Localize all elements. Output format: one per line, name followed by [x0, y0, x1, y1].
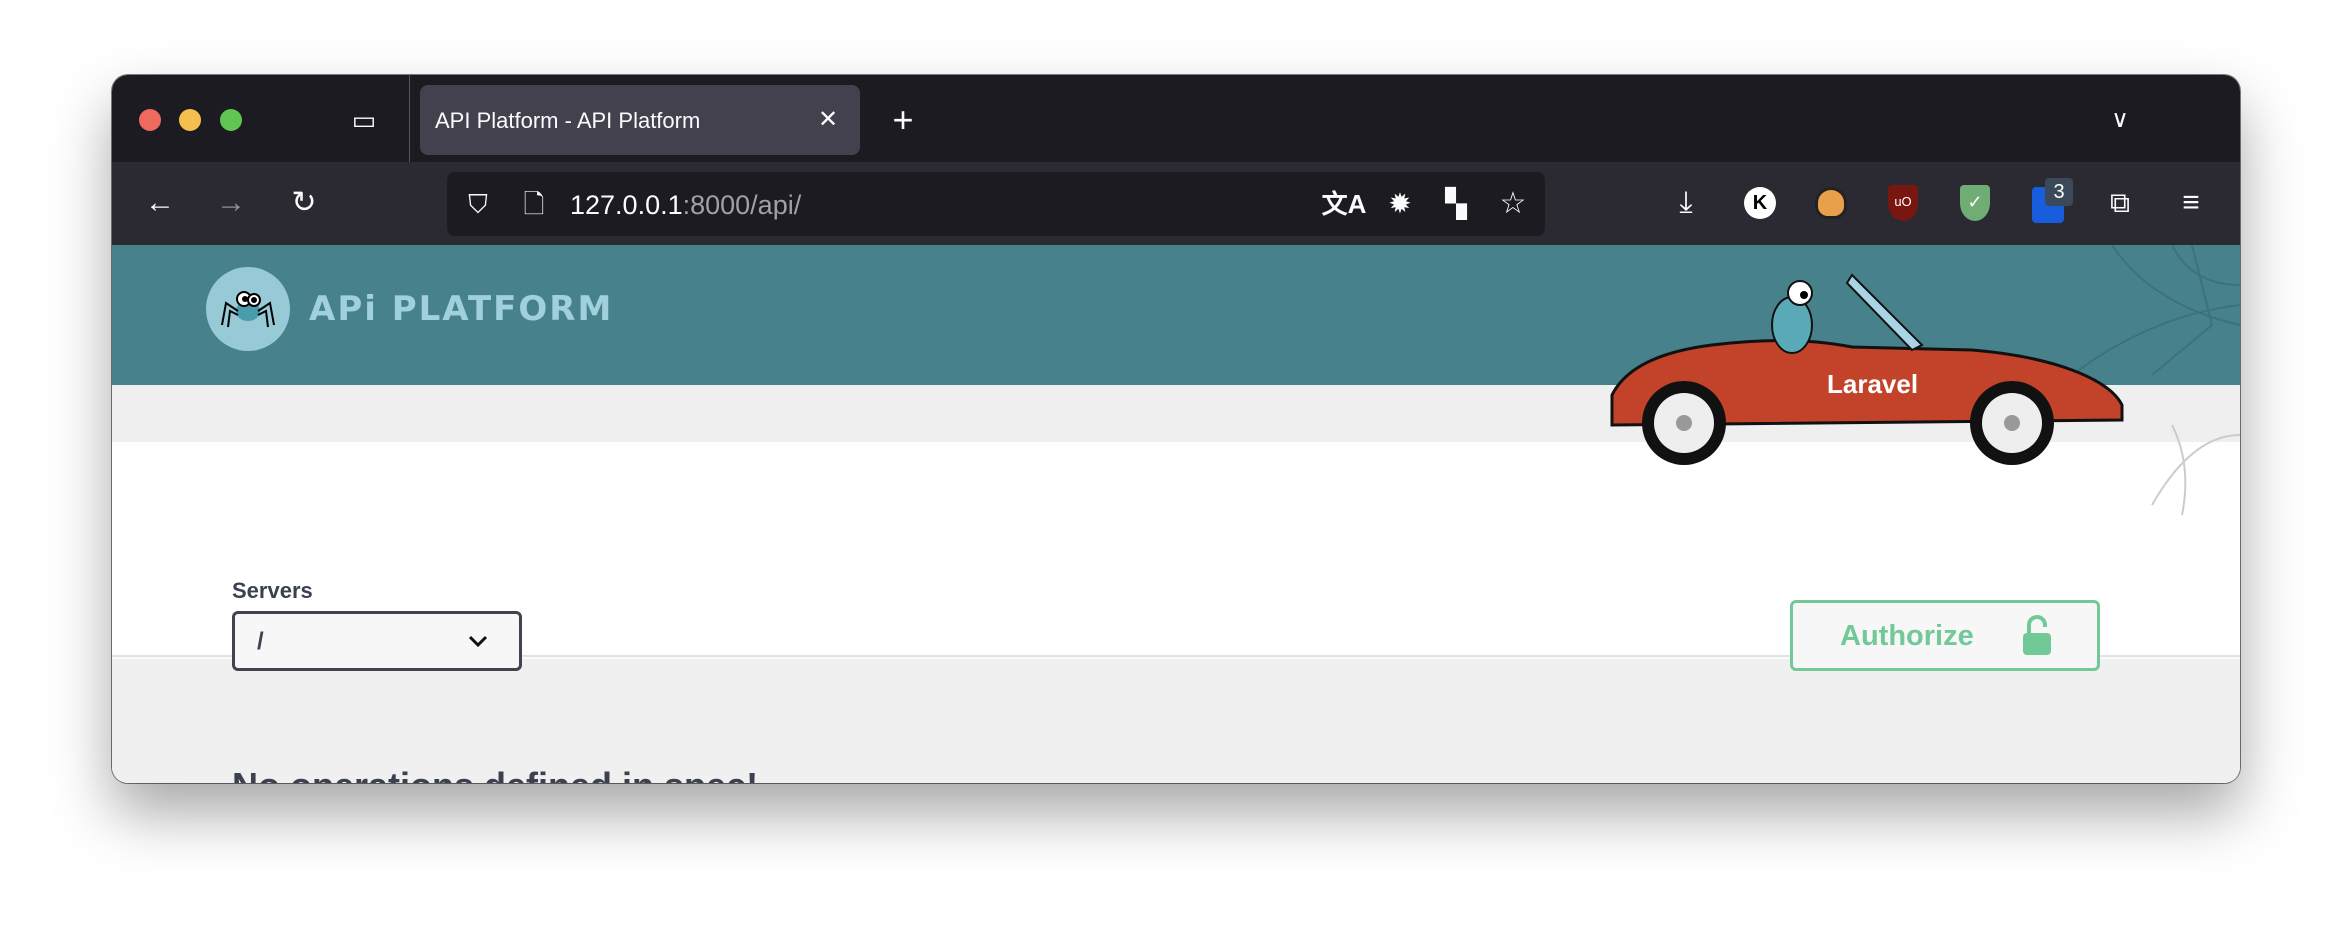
close-icon[interactable]: ✕ [818, 108, 838, 132]
url-text[interactable]: 127.0.0.1:8000/api/ [570, 190, 801, 221]
url-bar[interactable]: ⛉ 🗋 127.0.0.1:8000/api/ 文A ✹ ▚ ☆ [447, 172, 1545, 236]
minimize-window-button[interactable] [179, 109, 201, 131]
back-icon[interactable]: ← [145, 188, 175, 218]
shield-icon[interactable]: ⛉ [468, 191, 488, 217]
extensions-icon[interactable]: ⧉ [2110, 189, 2130, 217]
url-host: 127.0.0.1 [570, 190, 683, 220]
tab-active[interactable]: API Platform - API Platform ✕ [420, 85, 860, 155]
divider [409, 75, 410, 162]
car-laravel-text: Laravel [1827, 369, 1918, 399]
authorize-button[interactable]: Authorize [1790, 600, 2100, 671]
authorize-label: Authorize [1840, 620, 1974, 652]
tab-bar: ▭ API Platform - API Platform ✕ + ∨ [112, 75, 2240, 162]
reload-icon[interactable]: ↻ [291, 188, 316, 218]
logo-text[interactable]: APi PLATFORM [309, 289, 613, 329]
adguard-icon[interactable]: ✓ [1960, 185, 1990, 221]
k-extension-icon[interactable]: K [1744, 187, 1776, 219]
chevron-down-icon[interactable]: ∨ [2111, 108, 2129, 132]
zoom-window-button[interactable] [220, 109, 242, 131]
menu-icon[interactable]: ≡ [2182, 188, 2200, 218]
forward-icon[interactable]: → [216, 188, 246, 218]
spider-logo-icon[interactable] [206, 267, 290, 351]
url-path: :8000/api/ [682, 190, 802, 220]
laravel-car-illustration: Laravel [1610, 245, 2240, 516]
tab-title: API Platform - API Platform [435, 108, 701, 133]
close-window-button[interactable] [139, 109, 161, 131]
plus-icon[interactable]: + [892, 102, 913, 138]
bug-icon[interactable]: ✹ [1388, 190, 1411, 218]
download-icon[interactable]: ⤓ [1679, 188, 1692, 218]
no-operations-message: No operations defined in spec! [232, 765, 758, 783]
tab-groups-icon[interactable]: ▭ [352, 107, 377, 133]
page-content: APi PLATFORM Laravel Servers / Authorize… [112, 245, 2240, 783]
page-icon: 🗋 [523, 189, 545, 219]
servers-select[interactable]: / [232, 611, 522, 671]
ublock-icon[interactable]: uO [1888, 185, 1918, 221]
servers-selected-value: / [257, 628, 264, 655]
badger-icon[interactable] [1815, 187, 1847, 219]
browser-window: ▭ API Platform - API Platform ✕ + ∨ ← → … [112, 75, 2240, 783]
star-icon[interactable]: ☆ [1500, 189, 1527, 219]
servers-label: Servers [232, 578, 313, 603]
unlock-icon [2023, 615, 2051, 655]
extension-badge: 3 [2045, 178, 2073, 206]
chevron-down-icon [468, 635, 488, 648]
qr-grid-icon[interactable]: ▚ [1445, 190, 1467, 218]
translate-icon[interactable]: 文A [1322, 191, 1367, 217]
